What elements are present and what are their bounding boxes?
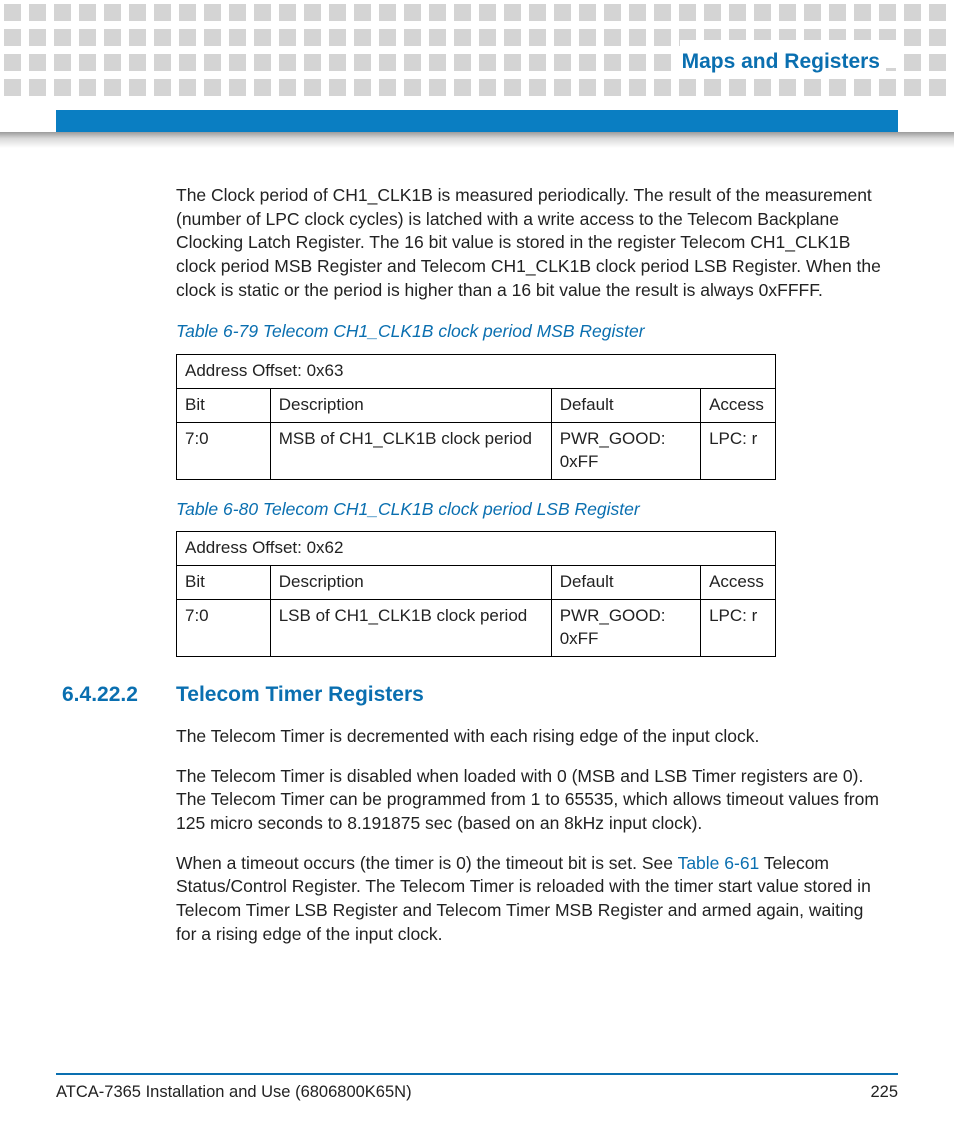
td-desc: LSB of CH1_CLK1B clock period <box>270 600 551 657</box>
footer-doc-title: ATCA-7365 Installation and Use (6806800K… <box>56 1081 412 1103</box>
header-gradient-bar <box>0 132 954 148</box>
section-title: Telecom Timer Registers <box>176 681 424 709</box>
td-desc: MSB of CH1_CLK1B clock period <box>270 422 551 479</box>
section-para-2: The Telecom Timer is disabled when loade… <box>176 765 888 836</box>
page-content: The Clock period of CH1_CLK1B is measure… <box>176 184 888 962</box>
th-acc: Access <box>701 388 776 422</box>
td-acc: LPC: r <box>701 422 776 479</box>
table-79-caption: Table 6-79 Telecom CH1_CLK1B clock perio… <box>176 320 888 344</box>
th-acc: Access <box>701 566 776 600</box>
td-def: PWR_GOOD: 0xFF <box>551 422 700 479</box>
th-bit: Bit <box>177 388 271 422</box>
td-bit: 7:0 <box>177 422 271 479</box>
table-79: Address Offset: 0x63 Bit Description Def… <box>176 354 776 480</box>
td-bit: 7:0 <box>177 600 271 657</box>
section-number: 6.4.22.2 <box>62 681 176 709</box>
td-acc: LPC: r <box>701 600 776 657</box>
footer-page-number: 225 <box>870 1081 898 1103</box>
section-para-1: The Telecom Timer is decremented with ea… <box>176 725 888 749</box>
section-para-3: When a timeout occurs (the timer is 0) t… <box>176 852 888 947</box>
th-def: Default <box>551 566 700 600</box>
table-80: Address Offset: 0x62 Bit Description Def… <box>176 531 776 657</box>
th-def: Default <box>551 388 700 422</box>
p3-pre: When a timeout occurs (the timer is 0) t… <box>176 853 678 873</box>
intro-paragraph: The Clock period of CH1_CLK1B is measure… <box>176 184 888 302</box>
chapter-title: Maps and Registers <box>676 48 886 76</box>
table-80-caption: Table 6-80 Telecom CH1_CLK1B clock perio… <box>176 498 888 522</box>
th-desc: Description <box>270 388 551 422</box>
th-desc: Description <box>270 566 551 600</box>
cross-ref-link[interactable]: Table 6-61 <box>678 853 760 873</box>
table-80-addr: Address Offset: 0x62 <box>177 532 776 566</box>
th-bit: Bit <box>177 566 271 600</box>
table-79-addr: Address Offset: 0x63 <box>177 354 776 388</box>
header-blue-bar <box>56 110 898 132</box>
td-def: PWR_GOOD: 0xFF <box>551 600 700 657</box>
section-heading-row: 6.4.22.2 Telecom Timer Registers <box>62 681 888 709</box>
page-footer: ATCA-7365 Installation and Use (6806800K… <box>56 1073 898 1103</box>
